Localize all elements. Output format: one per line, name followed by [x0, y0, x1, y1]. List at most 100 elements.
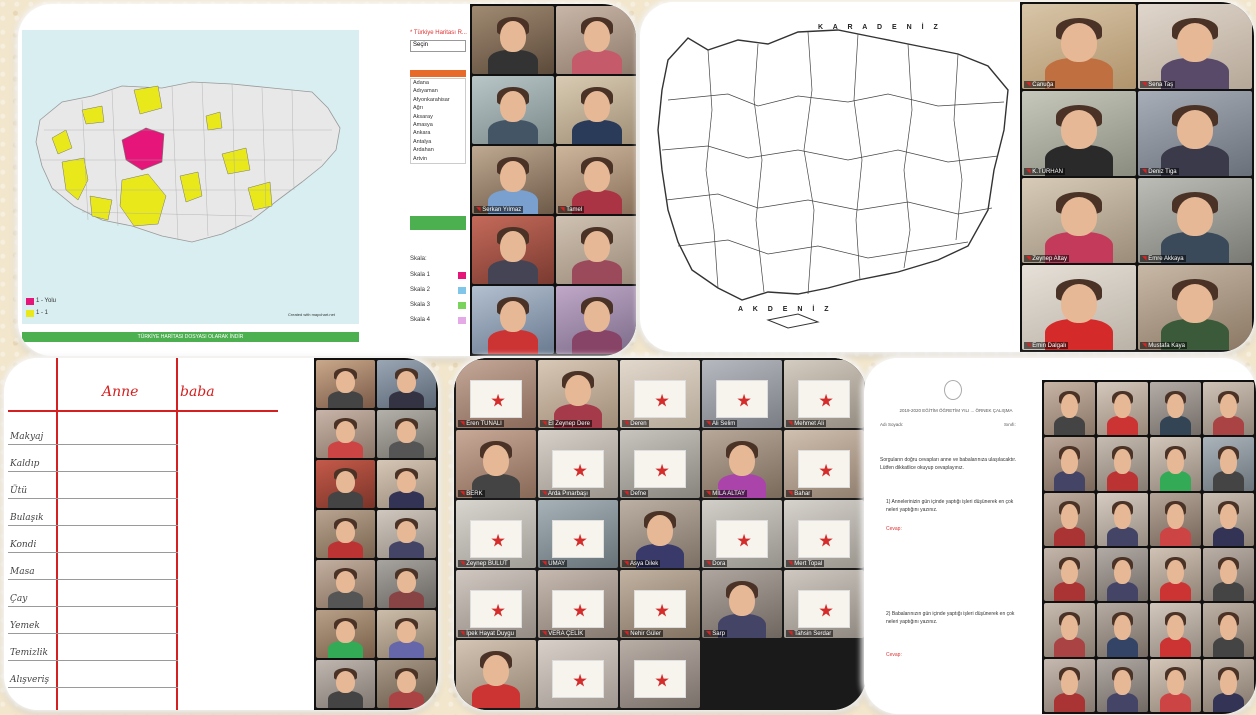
participant-video-tile[interactable]: MİLA ALTAY	[702, 430, 782, 498]
participant-video-tile[interactable]: VERA ÇELİK	[538, 570, 618, 638]
participant-video-tile[interactable]: Canuğa	[1022, 4, 1136, 89]
city-option[interactable]: Adana	[411, 79, 465, 87]
participant-video-tile[interactable]: Dora	[702, 500, 782, 568]
scale-color-swatch[interactable]	[458, 302, 466, 309]
participant-video-tile[interactable]	[1203, 382, 1254, 436]
participant-video-tile[interactable]	[377, 460, 436, 508]
scale-option[interactable]: Skala 4	[410, 317, 430, 323]
participant-video-tile[interactable]	[316, 660, 375, 708]
participant-video-tile[interactable]: Asya Dilek	[620, 500, 700, 568]
participant-video-tile[interactable]	[1150, 603, 1201, 657]
participant-video-tile[interactable]	[556, 6, 636, 74]
turkey-outline-map[interactable]: K A R A D E N İ Z A K D E N İ Z	[648, 10, 1020, 346]
participant-video-tile[interactable]	[538, 640, 618, 708]
participant-video-tile[interactable]: Sarp	[702, 570, 782, 638]
participant-video-tile[interactable]	[1203, 437, 1254, 491]
participant-video-tile[interactable]	[1097, 658, 1148, 712]
city-option[interactable]: Ardahan	[411, 146, 465, 154]
participant-video-tile[interactable]: Zeynep Altay	[1022, 178, 1136, 263]
participant-video-tile[interactable]	[1097, 547, 1148, 602]
participant-video-tile[interactable]	[1097, 437, 1148, 491]
participant-video-tile[interactable]: Serkan Yılmaz	[472, 146, 554, 214]
participant-video-tile[interactable]	[377, 360, 436, 408]
participant-video-tile[interactable]	[377, 560, 436, 608]
participant-video-tile[interactable]	[1097, 382, 1148, 436]
participant-video-tile[interactable]	[472, 76, 554, 144]
participant-video-tile[interactable]	[1150, 382, 1201, 436]
city-option[interactable]: Ağrı	[411, 104, 465, 112]
participant-video-tile[interactable]	[456, 640, 536, 708]
city-option[interactable]: Aksaray	[411, 113, 465, 121]
download-map-button[interactable]: TÜRKİYE HARİTASI DOSYASI OLARAK İNDİR	[22, 332, 359, 342]
participant-video-tile[interactable]: BERK	[456, 430, 536, 498]
city-option[interactable]: Artvin	[411, 155, 465, 163]
participant-video-tile[interactable]	[377, 510, 436, 558]
participant-video-tile[interactable]	[316, 610, 375, 658]
participant-video-tile[interactable]	[1150, 492, 1201, 546]
participant-video-tile[interactable]	[1203, 658, 1254, 712]
participant-video-tile[interactable]	[620, 640, 700, 708]
participant-video-tile[interactable]: Emre Akkaya	[1138, 178, 1252, 263]
participant-video-tile[interactable]	[1044, 492, 1095, 546]
scale-color-swatch[interactable]	[458, 317, 466, 324]
participant-video-tile[interactable]: Zeynep BULUT	[456, 500, 536, 568]
participant-video-tile[interactable]	[556, 76, 636, 144]
participant-video-tile[interactable]	[316, 410, 375, 458]
scale-color-swatch[interactable]	[458, 287, 466, 294]
participant-video-tile[interactable]	[1044, 658, 1095, 712]
participant-video-tile[interactable]: Bahar	[784, 430, 864, 498]
participant-video-tile[interactable]	[1097, 492, 1148, 546]
participant-video-tile[interactable]: Arda Pınarbaşı	[538, 430, 618, 498]
participant-video-tile[interactable]	[1203, 603, 1254, 657]
participant-video-tile[interactable]	[377, 660, 436, 708]
participant-video-tile[interactable]	[377, 610, 436, 658]
scale-option[interactable]: Skala 2	[410, 287, 430, 293]
apply-button[interactable]	[410, 216, 466, 230]
participant-video-tile[interactable]: Nehir Güler	[620, 570, 700, 638]
city-option[interactable]: Amasya	[411, 121, 465, 129]
participant-video-tile[interactable]	[1203, 492, 1254, 546]
shared-document[interactable]: 2019-2020 EĞİTİM ÖĞRETİM YILI ... ÖRNEK …	[872, 366, 1040, 706]
scale-option[interactable]: Skala 3	[410, 302, 430, 308]
city-option[interactable]: Afyonkarahisar	[411, 96, 465, 104]
participant-video-tile[interactable]	[377, 410, 436, 458]
scale-option[interactable]: Skala 1	[410, 272, 430, 278]
participant-video-tile[interactable]: Mert Topal	[784, 500, 864, 568]
city-option[interactable]: Adıyaman	[411, 87, 465, 95]
participant-video-tile[interactable]	[316, 460, 375, 508]
participant-video-tile[interactable]	[472, 286, 554, 354]
participant-video-tile[interactable]	[472, 6, 554, 74]
participant-video-tile[interactable]	[1044, 603, 1095, 657]
participant-video-tile[interactable]	[472, 216, 554, 284]
participant-video-tile[interactable]: İpek Hayat Duygu	[456, 570, 536, 638]
participant-video-tile[interactable]: Defne	[620, 430, 700, 498]
participant-video-tile[interactable]: El Zeynep Dere	[538, 360, 618, 428]
participant-video-tile[interactable]: Mehmet Ali	[784, 360, 864, 428]
participant-video-tile[interactable]	[316, 360, 375, 408]
participant-video-tile[interactable]: Ali Selim	[702, 360, 782, 428]
participant-video-tile[interactable]	[1044, 437, 1095, 491]
participant-video-tile[interactable]	[1044, 547, 1095, 602]
whiteboard[interactable]: Anne baba Makyaj Kaldıp Ütü Bulaşık Kondi Mas…	[8, 358, 312, 710]
city-option[interactable]: Ankara	[411, 129, 465, 137]
participant-video-tile[interactable]: Tamel	[556, 146, 636, 214]
participant-video-tile[interactable]	[1150, 658, 1201, 712]
participant-video-tile[interactable]	[316, 560, 375, 608]
participant-video-tile[interactable]	[1150, 437, 1201, 491]
participant-video-tile[interactable]	[1150, 547, 1201, 602]
participant-video-tile[interactable]: Eren TUNALI	[456, 360, 536, 428]
city-option[interactable]: Antalya	[411, 138, 465, 146]
participant-video-tile[interactable]	[1097, 603, 1148, 657]
participant-video-tile[interactable]: Deren	[620, 360, 700, 428]
participant-video-tile[interactable]: Sena Taş	[1138, 4, 1252, 89]
scale-color-swatch[interactable]	[458, 272, 466, 279]
city-list[interactable]: Adana Adıyaman Afyonkarahisar Ağrı Aksaray Am…	[410, 78, 466, 164]
turkey-map[interactable]: 1 - Yolu 1 - 1 Created with mapchart.net	[22, 30, 359, 324]
participant-video-tile[interactable]: Tahsin Serdar	[784, 570, 864, 638]
participant-video-tile[interactable]	[1044, 382, 1095, 436]
participant-video-tile[interactable]	[1203, 547, 1254, 602]
participant-video-tile[interactable]: Emin Dalgalı	[1022, 265, 1136, 350]
participant-video-tile[interactable]: Mustafa Kaya	[1138, 265, 1252, 350]
participant-video-tile[interactable]: Deniz Tiga	[1138, 91, 1252, 176]
participant-video-tile[interactable]	[316, 510, 375, 558]
